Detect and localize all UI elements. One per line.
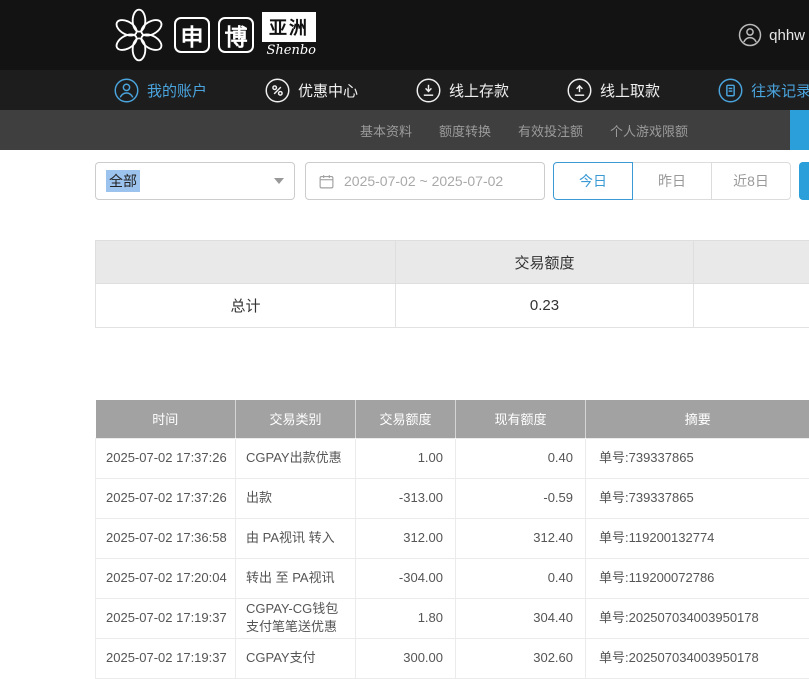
date-range-input[interactable]: 2025-07-02 ~ 2025-07-02 xyxy=(305,162,545,200)
cell-type: CGPAY-CG钱包支付笔笔送优惠 xyxy=(236,598,356,638)
logo-char-bo: 博 xyxy=(218,17,254,53)
promo-icon xyxy=(265,78,290,103)
subnav-item-credit-transfer[interactable]: 额度转换 xyxy=(439,121,491,140)
subnav-item-valid-bets[interactable]: 有效投注额 xyxy=(518,121,583,140)
quick-date-button-group: 今日 昨日 近8日 xyxy=(553,162,791,200)
summary-table: 交易额度 总计 0.23 xyxy=(95,240,809,328)
cell-balance: 0.40 xyxy=(456,438,586,478)
cell-balance: 0.40 xyxy=(456,558,586,598)
cell-time: 2025-07-02 17:19:37 xyxy=(96,598,236,638)
logo-region-block: 亚洲 Shenbo xyxy=(262,12,316,58)
cell-time: 2025-07-02 17:19:37 xyxy=(96,638,236,678)
cell-time: 2025-07-02 17:20:04 xyxy=(96,558,236,598)
cell-type: 出款 xyxy=(236,478,356,518)
logo-region-text: 亚洲 xyxy=(262,12,316,42)
table-row: 2025-07-02 17:36:58 由 PA视讯 转入 312.00 312… xyxy=(96,518,809,558)
cell-balance: 302.60 xyxy=(456,638,586,678)
last-8-days-button[interactable]: 近8日 xyxy=(711,162,791,200)
col-header-type: 交易类别 xyxy=(236,400,356,438)
nav-item-withdrawal[interactable]: 线上取款 xyxy=(567,78,660,103)
col-header-summary: 摘要 xyxy=(586,400,809,438)
summary-header-amount: 交易额度 xyxy=(396,241,694,284)
content-area: 全部 2025-07-02 ~ 2025-07-02 今日 昨日 近8日 交易额… xyxy=(0,150,809,679)
cell-summary: 单号:202507034003950178 xyxy=(586,638,809,678)
table-row: 2025-07-02 17:20:04 转出 至 PA视讯 -304.00 0.… xyxy=(96,558,809,598)
nav-label: 我的账户 xyxy=(147,80,207,101)
cell-summary: 单号:119200132774 xyxy=(586,518,809,558)
nav-item-deposit[interactable]: 线上存款 xyxy=(416,78,509,103)
col-header-amount: 交易额度 xyxy=(356,400,456,438)
subnav-item-basic-info[interactable]: 基本资料 xyxy=(360,121,412,140)
type-select[interactable]: 全部 xyxy=(95,162,295,200)
nav-label: 优惠中心 xyxy=(298,80,358,101)
nav-item-records[interactable]: 往来记录 xyxy=(718,78,809,103)
sub-nav: 基本资料 额度转换 有效投注额 个人游戏限额 xyxy=(0,110,809,150)
records-icon xyxy=(718,78,743,103)
subnav-item-game-limits[interactable]: 个人游戏限额 xyxy=(610,121,688,140)
date-range-value: 2025-07-02 ~ 2025-07-02 xyxy=(344,173,503,189)
calendar-icon xyxy=(318,173,335,190)
user-icon xyxy=(114,78,139,103)
username-text: qhhw xyxy=(769,27,805,44)
cell-amount: -304.00 xyxy=(356,558,456,598)
cell-time: 2025-07-02 17:37:26 xyxy=(96,478,236,518)
cell-summary: 单号:739337865 xyxy=(586,438,809,478)
summary-header-cutoff xyxy=(694,241,809,284)
cell-amount: 300.00 xyxy=(356,638,456,678)
type-select-value: 全部 xyxy=(106,170,140,192)
cell-amount: -313.00 xyxy=(356,478,456,518)
avatar-icon xyxy=(738,23,762,47)
cell-amount: 1.00 xyxy=(356,438,456,478)
logo-script-text: Shenbo xyxy=(267,43,317,58)
cell-balance: 312.40 xyxy=(456,518,586,558)
summary-header-row: 交易额度 xyxy=(96,241,809,284)
nav-label: 线上取款 xyxy=(600,80,660,101)
logo-char-shen: 申 xyxy=(174,17,210,53)
yesterday-button[interactable]: 昨日 xyxy=(632,162,712,200)
cell-summary: 单号:739337865 xyxy=(586,478,809,518)
table-row: 2025-07-02 17:19:37 CGPAY支付 300.00 302.6… xyxy=(96,638,809,678)
withdraw-icon xyxy=(567,78,592,103)
cell-balance: 304.40 xyxy=(456,598,586,638)
table-row: 2025-07-02 17:19:37 CGPAY-CG钱包支付笔笔送优惠 1.… xyxy=(96,598,809,638)
col-header-time: 时间 xyxy=(96,400,236,438)
subnav-active-tab-partial[interactable] xyxy=(790,110,809,150)
deposit-icon xyxy=(416,78,441,103)
summary-header-empty xyxy=(96,241,396,284)
summary-total-row: 总计 0.23 xyxy=(96,284,809,328)
today-button[interactable]: 今日 xyxy=(553,162,633,200)
cell-time: 2025-07-02 17:37:26 xyxy=(96,438,236,478)
filter-row: 全部 2025-07-02 ~ 2025-07-02 今日 昨日 近8日 xyxy=(95,162,791,200)
nav-item-promotions[interactable]: 优惠中心 xyxy=(265,78,358,103)
cell-summary: 单号:119200072786 xyxy=(586,558,809,598)
nav-label: 线上存款 xyxy=(449,80,509,101)
top-bar: 申 博 亚洲 Shenbo qhhw xyxy=(0,0,809,70)
cell-balance: -0.59 xyxy=(456,478,586,518)
summary-total-cutoff xyxy=(694,284,809,328)
cell-type: CGPAY支付 xyxy=(236,638,356,678)
flower-logo-icon xyxy=(112,8,166,62)
cell-type: 由 PA视讯 转入 xyxy=(236,518,356,558)
cell-type: CGPAY出款优惠 xyxy=(236,438,356,478)
table-row: 2025-07-02 17:37:26 出款 -313.00 -0.59 单号:… xyxy=(96,478,809,518)
summary-total-value: 0.23 xyxy=(396,284,694,328)
search-button-partial[interactable] xyxy=(799,162,809,200)
brand-logo[interactable]: 申 博 亚洲 Shenbo xyxy=(112,8,316,62)
nav-label: 往来记录 xyxy=(751,80,809,101)
table-row: 2025-07-02 17:37:26 CGPAY出款优惠 1.00 0.40 … xyxy=(96,438,809,478)
cell-time: 2025-07-02 17:36:58 xyxy=(96,518,236,558)
chevron-down-icon xyxy=(274,178,284,184)
records-header-row: 时间 交易类别 交易额度 现有额度 摘要 xyxy=(96,400,809,438)
summary-total-label: 总计 xyxy=(96,284,396,328)
cell-type: 转出 至 PA视讯 xyxy=(236,558,356,598)
user-account-menu[interactable]: qhhw xyxy=(738,0,805,70)
nav-item-my-account[interactable]: 我的账户 xyxy=(114,78,207,103)
cell-amount: 312.00 xyxy=(356,518,456,558)
cell-summary: 单号:202507034003950178 xyxy=(586,598,809,638)
main-nav: 我的账户 优惠中心 线上存款 线上取款 xyxy=(0,70,809,110)
records-table: 时间 交易类别 交易额度 现有额度 摘要 2025-07-02 17:37:26… xyxy=(95,400,809,679)
col-header-balance: 现有额度 xyxy=(456,400,586,438)
cell-amount: 1.80 xyxy=(356,598,456,638)
